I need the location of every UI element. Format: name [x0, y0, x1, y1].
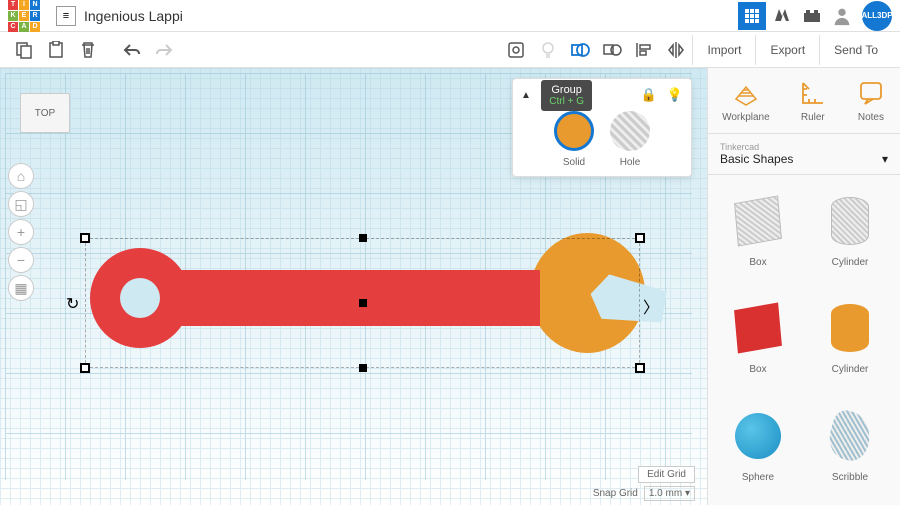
- hole-label: Hole: [620, 157, 641, 168]
- copy-button[interactable]: [8, 35, 40, 65]
- workplane-label: Workplane: [722, 112, 770, 123]
- group-button[interactable]: [564, 35, 596, 65]
- hole-swatch: [610, 111, 650, 151]
- handle-ne[interactable]: [635, 233, 645, 243]
- shapes-panel: Workplane Ruler Notes Tinkercad Basic Sh…: [707, 68, 900, 505]
- redo-button[interactable]: [148, 35, 180, 65]
- handle-s[interactable]: [359, 364, 367, 372]
- zoom-out-button[interactable]: −: [8, 247, 34, 273]
- rotate-handle-right[interactable]: 〉: [643, 294, 659, 318]
- bulb-icon[interactable]: [532, 35, 564, 65]
- ruler-tool[interactable]: Ruler: [798, 78, 828, 123]
- tinkercad-logo[interactable]: TINKERCAD: [8, 0, 40, 32]
- project-name[interactable]: Ingenious Lappi: [84, 8, 183, 24]
- view-cube[interactable]: TOP: [20, 93, 70, 133]
- selection-box[interactable]: ↻ 〉: [85, 238, 640, 368]
- ruler-icon: [798, 78, 828, 108]
- shape-cylinder-hole[interactable]: Cylinder: [808, 183, 892, 282]
- undo-button[interactable]: [116, 35, 148, 65]
- grid-view-icon[interactable]: [738, 2, 766, 30]
- ortho-button[interactable]: ▦: [8, 275, 34, 301]
- notes-icon: [856, 78, 886, 108]
- handle-sw[interactable]: [80, 363, 90, 373]
- paste-button[interactable]: [40, 35, 72, 65]
- shape-category-select[interactable]: Tinkercad Basic Shapes ▾: [708, 134, 900, 175]
- shape-box-solid[interactable]: Box: [716, 290, 800, 389]
- send-to-button[interactable]: Send To: [819, 35, 892, 65]
- shape-inspector[interactable]: ▲ S 🔒 💡 Solid Hole: [512, 78, 692, 177]
- minecraft-icon[interactable]: [768, 2, 796, 30]
- visibility-outline-icon[interactable]: [500, 35, 532, 65]
- lock-icon[interactable]: 🔒: [641, 87, 657, 103]
- shape-cylinder-solid[interactable]: Cylinder: [808, 290, 892, 389]
- fit-view-button[interactable]: ◱: [8, 191, 34, 217]
- delete-button[interactable]: [72, 35, 104, 65]
- toolbar: Import Export Send To: [0, 32, 900, 68]
- workplane-tool[interactable]: Workplane: [722, 78, 770, 123]
- view-controls: ⌂ ◱ + − ▦: [8, 163, 34, 301]
- category-name: Basic Shapes: [720, 152, 793, 166]
- hole-option[interactable]: Hole: [610, 111, 650, 168]
- bulb-icon[interactable]: 💡: [667, 87, 683, 103]
- handle-se[interactable]: [635, 363, 645, 373]
- rotate-handle-left[interactable]: ↻: [66, 294, 79, 314]
- category-parent: Tinkercad: [720, 142, 888, 152]
- export-button[interactable]: Export: [755, 35, 819, 65]
- group-tooltip: Group Ctrl + G: [541, 80, 592, 111]
- tooltip-title: Group: [549, 84, 584, 96]
- home-view-button[interactable]: ⌂: [8, 163, 34, 189]
- collapse-icon[interactable]: ▲: [521, 90, 531, 101]
- notes-tool[interactable]: Notes: [856, 78, 886, 123]
- workplane-icon: [731, 78, 761, 108]
- shapes-grid: Box Cylinder Box Cylinder Sphere Scribbl…: [708, 175, 900, 505]
- snap-grid-select[interactable]: 1.0 mm ▾: [644, 486, 695, 501]
- user-icon[interactable]: [828, 2, 856, 30]
- snap-grid-control: Snap Grid 1.0 mm ▾: [593, 486, 695, 501]
- top-bar: TINKERCAD ≡ Ingenious Lappi ALL3DP: [0, 0, 900, 32]
- lego-icon[interactable]: [798, 2, 826, 30]
- mirror-button[interactable]: [660, 35, 692, 65]
- import-button[interactable]: Import: [692, 35, 755, 65]
- solid-option[interactable]: Solid: [554, 111, 594, 168]
- zoom-in-button[interactable]: +: [8, 219, 34, 245]
- snap-grid-label: Snap Grid: [593, 488, 638, 499]
- shape-box-hole[interactable]: Box: [716, 183, 800, 282]
- handle-center[interactable]: [359, 299, 367, 307]
- ungroup-button[interactable]: [596, 35, 628, 65]
- shape-scribble[interactable]: Scribble: [808, 398, 892, 497]
- handle-n[interactable]: [359, 234, 367, 242]
- align-button[interactable]: [628, 35, 660, 65]
- docs-icon[interactable]: ≡: [56, 6, 76, 26]
- shape-sphere[interactable]: Sphere: [716, 398, 800, 497]
- all3dp-badge[interactable]: ALL3DP: [862, 1, 892, 31]
- tooltip-shortcut: Ctrl + G: [549, 96, 584, 107]
- handle-nw[interactable]: [80, 233, 90, 243]
- solid-label: Solid: [563, 157, 585, 168]
- chevron-down-icon: ▾: [882, 152, 888, 166]
- ruler-label: Ruler: [801, 112, 825, 123]
- canvas[interactable]: TOP ⌂ ◱ + − ▦ ↻ 〉 Grou: [0, 68, 707, 505]
- notes-label: Notes: [858, 112, 884, 123]
- solid-swatch: [554, 111, 594, 151]
- edit-grid-button[interactable]: Edit Grid: [638, 466, 695, 483]
